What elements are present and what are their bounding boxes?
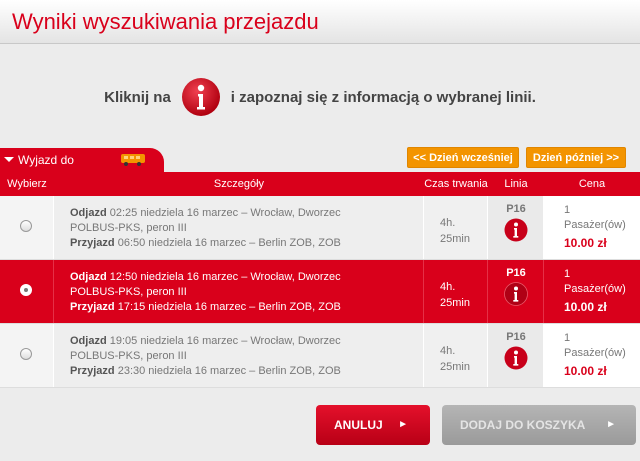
info-icon[interactable] [504, 282, 528, 306]
price-cell: 1 Pasażer(ów) 10.00 zł [544, 196, 640, 259]
passenger-number: 1 [564, 268, 571, 280]
arrival-text: 06:50 niedziela 16 marzec – Berlin ZOB, … [117, 237, 341, 249]
departure-label: Odjazd [70, 271, 107, 283]
select-radio[interactable] [20, 348, 32, 360]
trip-details: Odjazd 02:25 niedziela 16 marzec – Wrocł… [70, 206, 370, 251]
table-row[interactable]: Odjazd 02:25 niedziela 16 marzec – Wrocł… [0, 196, 640, 260]
price-cell: 1 Pasażer(ów) 10.00 zł [544, 260, 640, 323]
passenger-number: 1 [564, 332, 571, 344]
arrival-text: 17:15 niedziela 16 marzec – Berlin ZOB, … [117, 301, 341, 313]
passenger-count: 1 Pasażer(ów) [564, 331, 626, 361]
line-code: P16 [506, 331, 526, 343]
departure-text: 02:25 niedziela 16 marzec – Wrocław, Dwo… [70, 207, 341, 234]
price-value: 10.00 zł [564, 364, 607, 378]
info-icon[interactable] [504, 218, 528, 242]
duration-minutes: 25min [440, 361, 470, 373]
info-instruction: Kliknij na i zapoznaj się z informacją o… [0, 72, 640, 122]
tab-departure[interactable]: Wyjazd do [0, 148, 164, 172]
select-radio[interactable] [20, 284, 32, 296]
duration-minutes: 25min [440, 233, 470, 245]
duration-value: 4h. 25min [440, 215, 470, 247]
column-duration: Czas trwania [424, 178, 488, 190]
passenger-count: 1 Pasażer(ów) [564, 203, 626, 233]
page-title: Wyniki wyszukiwania przejazdu [12, 9, 319, 34]
duration-value: 4h. 25min [440, 343, 470, 375]
chevron-right-icon: ► [398, 419, 408, 430]
duration-minutes: 25min [440, 297, 470, 309]
chevron-right-icon: ► [606, 419, 616, 430]
duration-value: 4h. 25min [440, 279, 470, 311]
table-body: Odjazd 02:25 niedziela 16 marzec – Wrocł… [0, 196, 640, 388]
next-day-button[interactable]: Dzień później >> [526, 147, 626, 168]
page-header: Wyniki wyszukiwania przejazdu [0, 0, 640, 44]
passenger-label: Pasażer(ów) [564, 283, 626, 295]
info-text-before: Kliknij na [104, 88, 171, 106]
arrival-label: Przyjazd [70, 237, 115, 249]
add-to-cart-button-label: DODAJ DO KOSZYKA [460, 418, 586, 432]
passenger-number: 1 [564, 204, 571, 216]
select-cell [0, 324, 54, 387]
passenger-count: 1 Pasażer(ów) [564, 267, 626, 297]
caret-down-icon [4, 157, 14, 162]
line-cell: P16 [488, 196, 544, 259]
results-table: Wybierz Szczegóły Czas trwania Linia Cen… [0, 172, 640, 388]
passenger-label: Pasażer(ów) [564, 347, 626, 359]
line-cell: P16 [488, 324, 544, 387]
trip-details: Odjazd 19:05 niedziela 16 marzec – Wrocł… [70, 334, 370, 379]
duration-cell: 4h. 25min [424, 260, 488, 323]
info-text-after: i zapoznaj się z informacją o wybranej l… [230, 88, 536, 106]
details-cell: Odjazd 02:25 niedziela 16 marzec – Wrocł… [54, 196, 424, 259]
info-icon[interactable] [504, 346, 528, 370]
previous-day-button[interactable]: << Dzień wcześniej [407, 147, 519, 168]
column-select: Wybierz [7, 178, 47, 190]
line-code: P16 [506, 267, 526, 279]
price-value: 10.00 zł [564, 236, 607, 250]
arrival-label: Przyjazd [70, 301, 115, 313]
line-code: P16 [506, 203, 526, 215]
arrival-label: Przyjazd [70, 365, 115, 377]
duration-cell: 4h. 25min [424, 324, 488, 387]
column-line: Linia [504, 178, 528, 190]
details-cell: Odjazd 12:50 niedziela 16 marzec – Wrocł… [54, 260, 424, 323]
bus-icon [121, 154, 145, 166]
trip-details: Odjazd 12:50 niedziela 16 marzec – Wrocł… [70, 270, 370, 315]
select-cell [0, 196, 54, 259]
duration-hours: 4h. [440, 217, 456, 229]
table-row[interactable]: Odjazd 12:50 niedziela 16 marzec – Wrocł… [0, 260, 640, 324]
departure-text: 19:05 niedziela 16 marzec – Wrocław, Dwo… [70, 335, 341, 362]
cancel-button-label: ANULUJ [334, 418, 383, 432]
departure-label: Odjazd [70, 335, 107, 347]
select-cell [0, 260, 54, 323]
cancel-button[interactable]: ANULUJ ► [316, 405, 430, 445]
line-cell: P16 [488, 260, 544, 323]
departure-text: 12:50 niedziela 16 marzec – Wrocław, Dwo… [70, 271, 341, 298]
info-icon [181, 78, 220, 116]
table-header: Wybierz Szczegóły Czas trwania Linia Cen… [0, 172, 640, 196]
column-price: Cena [578, 178, 606, 190]
duration-hours: 4h. [440, 345, 456, 357]
duration-cell: 4h. 25min [424, 196, 488, 259]
duration-hours: 4h. [440, 281, 456, 293]
table-row[interactable]: Odjazd 19:05 niedziela 16 marzec – Wrocł… [0, 324, 640, 388]
select-radio[interactable] [20, 220, 32, 232]
passenger-label: Pasażer(ów) [564, 219, 626, 231]
column-details: Szczegóły [213, 178, 265, 190]
price-cell: 1 Pasażer(ów) 10.00 zł [544, 324, 640, 387]
departure-label: Odjazd [70, 207, 107, 219]
arrival-text: 23:30 niedziela 16 marzec – Berlin ZOB, … [117, 365, 341, 377]
add-to-cart-button[interactable]: DODAJ DO KOSZYKA ► [442, 405, 636, 445]
details-cell: Odjazd 19:05 niedziela 16 marzec – Wrocł… [54, 324, 424, 387]
tab-label: Wyjazd do [18, 153, 74, 167]
price-value: 10.00 zł [564, 300, 607, 314]
